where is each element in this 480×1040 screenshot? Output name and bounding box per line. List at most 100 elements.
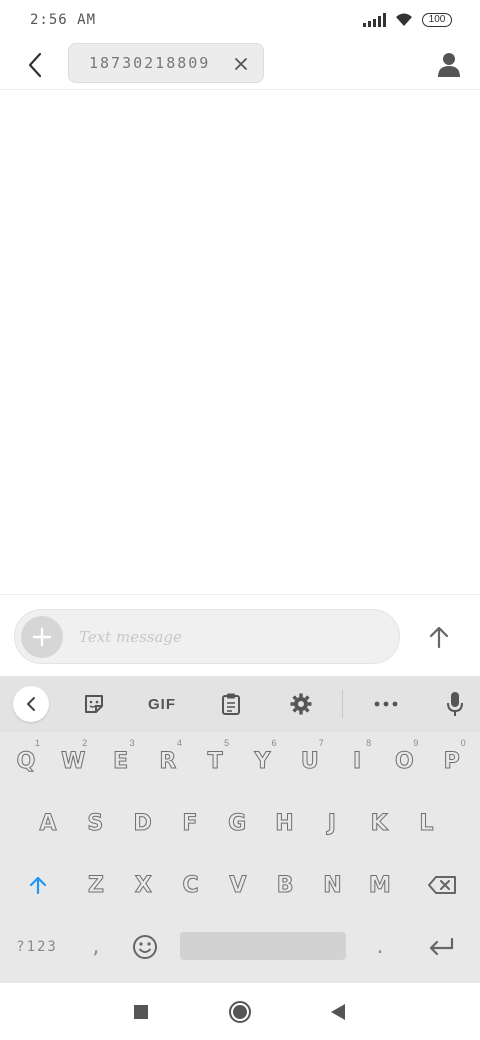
key-label: G — [228, 810, 247, 836]
key-label: K — [370, 810, 388, 836]
clipboard-icon — [222, 693, 240, 715]
key-label: V — [229, 872, 247, 898]
keyboard-row-3: Z X C V B NM — [0, 860, 480, 922]
key-e[interactable]: 3E — [99, 736, 143, 786]
recipient-chip[interactable]: 18730218809 — [68, 43, 264, 83]
key-label: E — [113, 748, 129, 774]
message-input[interactable] — [79, 618, 379, 656]
key-d[interactable]: D — [121, 798, 165, 848]
key-j[interactable]: J — [310, 798, 354, 848]
space-key[interactable] — [180, 932, 346, 960]
home-button[interactable] — [225, 997, 255, 1027]
key-o[interactable]: 9O — [382, 736, 426, 786]
key-t[interactable]: 5T — [193, 736, 237, 786]
key-label: B — [276, 872, 294, 898]
key-w[interactable]: 2W — [51, 736, 95, 786]
contact-button[interactable] — [432, 48, 466, 82]
status-icons: 100 — [363, 12, 452, 28]
close-icon — [235, 58, 247, 70]
key-n[interactable]: N — [311, 860, 355, 910]
toolbar-divider — [342, 690, 343, 718]
key-k[interactable]: K — [357, 798, 401, 848]
key-label: C — [182, 872, 199, 898]
recents-button[interactable] — [126, 997, 156, 1027]
key-h[interactable]: H — [263, 798, 307, 848]
key-hint: 3 — [129, 738, 135, 748]
key-label: S — [87, 810, 104, 836]
conversation-area — [0, 91, 480, 595]
recipient-number: 18730218809 — [89, 54, 211, 72]
sticker-icon — [85, 695, 103, 713]
voice-input-button[interactable] — [437, 686, 473, 722]
key-hint: 4 — [176, 738, 182, 748]
key-hint: 9 — [413, 738, 419, 748]
key-label: P — [443, 748, 460, 774]
key-hint: 6 — [271, 738, 277, 748]
settings-button[interactable] — [283, 686, 319, 722]
nav-back-button[interactable] — [323, 997, 353, 1027]
attach-button[interactable] — [21, 616, 63, 658]
microphone-icon — [447, 692, 463, 716]
keyboard-row-2: A S DFGHJ K L — [0, 798, 480, 860]
arrow-up-icon — [429, 626, 449, 649]
key-u[interactable]: 7U — [288, 736, 332, 786]
system-nav-bar — [0, 982, 480, 1040]
back-button[interactable] — [18, 48, 52, 82]
key-label: Q — [16, 748, 36, 774]
key-l[interactable]: L — [404, 798, 448, 848]
symbols-key[interactable]: ?123 — [6, 922, 68, 972]
key-label: L — [419, 810, 434, 836]
key-label: Y — [254, 748, 271, 774]
emoji-key[interactable] — [122, 922, 168, 972]
backspace-icon — [428, 876, 456, 894]
clipboard-button[interactable] — [213, 686, 249, 722]
key-label: D — [133, 810, 152, 836]
keyboard-collapse-button[interactable] — [13, 686, 49, 722]
sticker-button[interactable] — [76, 686, 112, 722]
keyboard-toolbar: GIF — [0, 676, 480, 732]
key-c[interactable]: C — [169, 860, 213, 910]
remove-recipient-button[interactable] — [231, 54, 251, 74]
key-b[interactable]: B — [263, 860, 307, 910]
person-icon — [438, 53, 460, 77]
compose-bar — [0, 596, 480, 676]
send-button[interactable] — [420, 618, 458, 656]
shift-arrow-icon — [29, 876, 47, 895]
keyboard-row-1: 1Q2W3E4R5T6Y7U8I9O0P — [0, 736, 480, 798]
key-label: R — [159, 748, 177, 774]
key-z[interactable]: Z — [74, 860, 118, 910]
key-s[interactable]: S — [73, 798, 117, 848]
backspace-key[interactable] — [416, 860, 468, 910]
key-label: N — [323, 872, 342, 898]
key-q[interactable]: 1Q — [4, 736, 48, 786]
comma-key[interactable]: , — [76, 922, 118, 972]
plus-icon — [32, 627, 52, 647]
key-y[interactable]: 6Y — [241, 736, 285, 786]
chevron-left-icon — [27, 697, 35, 711]
key-g[interactable]: G — [215, 798, 259, 848]
key-hint: 2 — [82, 738, 88, 748]
key-x[interactable]: X — [121, 860, 165, 910]
key-i[interactable]: 8I — [335, 736, 379, 786]
key-p[interactable]: 0P — [430, 736, 474, 786]
emoji-icon — [133, 935, 157, 959]
key-m[interactable]: M — [358, 860, 402, 910]
key-label: A — [39, 810, 57, 836]
period-key[interactable]: . — [360, 922, 402, 972]
comma-key-label: , — [90, 936, 104, 958]
key-hint: 5 — [224, 738, 230, 748]
key-f[interactable]: F — [168, 798, 212, 848]
key-r[interactable]: 4R — [146, 736, 190, 786]
more-button[interactable] — [368, 686, 404, 722]
key-label: U — [300, 748, 319, 774]
battery-level: 100 — [428, 14, 446, 25]
enter-key[interactable] — [416, 922, 466, 972]
shift-key[interactable] — [14, 860, 62, 910]
key-label: O — [395, 748, 415, 774]
gif-button[interactable]: GIF — [142, 686, 182, 722]
key-label: J — [327, 810, 336, 836]
key-label: T — [207, 748, 223, 774]
key-a[interactable]: A — [26, 798, 70, 848]
signal-icon — [363, 13, 386, 27]
key-v[interactable]: V — [216, 860, 260, 910]
